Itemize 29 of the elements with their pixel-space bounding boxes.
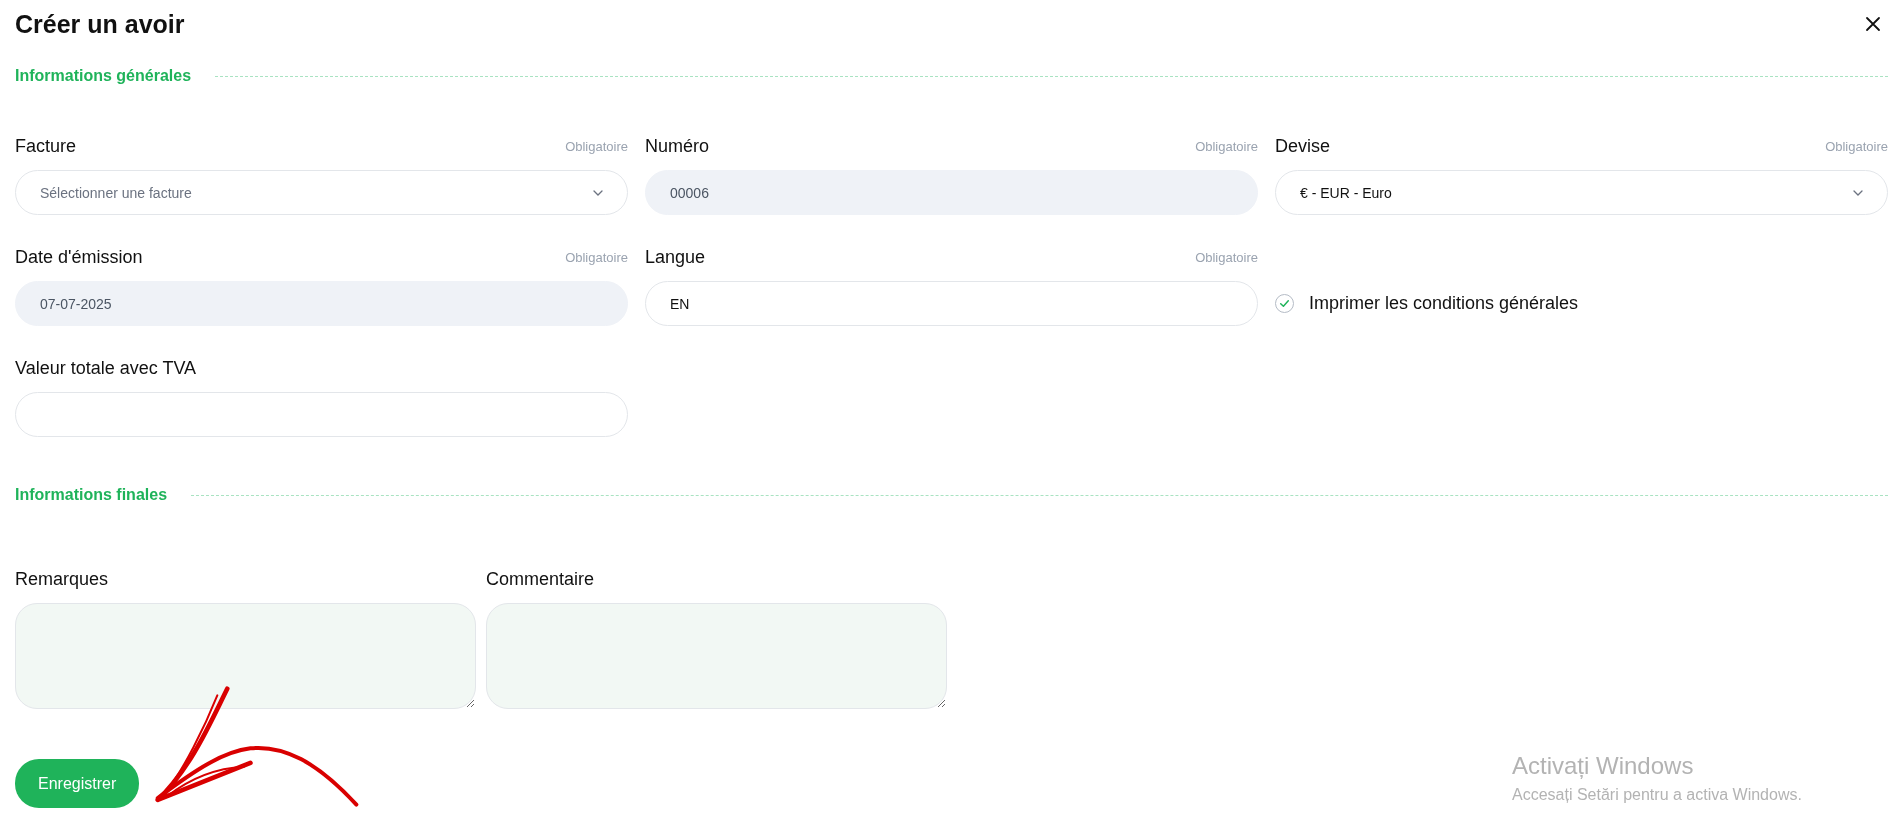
text-area[interactable]	[486, 603, 947, 709]
required-note: Obligatoire	[1195, 138, 1258, 154]
chevron-down-icon	[1853, 189, 1863, 196]
checkbox-label: Imprimer les conditions générales	[1309, 293, 1579, 314]
section-heading: Informations finales	[15, 486, 168, 504]
select-field[interactable]: Sélectionner une facture	[15, 170, 628, 215]
dialog-title: Créer un avoir	[15, 9, 185, 39]
field-label: Devise	[1275, 135, 1331, 157]
text-area[interactable]	[15, 603, 476, 709]
input-field[interactable]	[15, 392, 628, 437]
input-field[interactable]: EN	[645, 281, 1258, 326]
required-note: Obligatoire	[1195, 249, 1258, 265]
check-icon	[1278, 297, 1291, 310]
activation-title: Activați Windows	[1512, 752, 1695, 780]
field-label: Numéro	[645, 135, 710, 157]
field-label: Date d'émission	[15, 246, 143, 268]
select-field[interactable]: € - EUR - Euro	[1275, 170, 1888, 215]
field-label: Remarques	[15, 568, 109, 590]
required-note: Obligatoire	[565, 138, 628, 154]
chevron-down-icon	[593, 189, 603, 196]
close-icon	[1864, 15, 1882, 33]
field-label: Facture	[15, 135, 77, 157]
field-label: Langue	[645, 246, 706, 268]
field-label: Valeur totale avec TVA	[15, 357, 197, 379]
required-note: Obligatoire	[1825, 138, 1888, 154]
activation-text: Accesați Setări pentru a activa Windows.	[1512, 786, 1802, 804]
required-note: Obligatoire	[565, 249, 628, 265]
field-label: Commentaire	[486, 568, 595, 590]
section-heading: Informations générales	[15, 67, 192, 85]
